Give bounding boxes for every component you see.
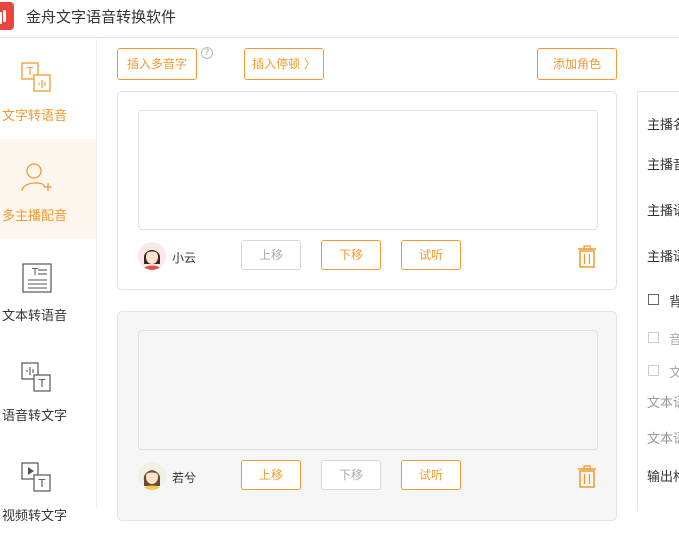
speaker-avatar-icon: [138, 462, 166, 490]
preview-button[interactable]: 试听: [401, 460, 461, 490]
dialog-text-input[interactable]: [138, 330, 598, 450]
speech-to-text-icon: T: [21, 362, 51, 392]
app-logo-icon: [0, 2, 14, 30]
avatar: [138, 462, 166, 490]
sidebar: T 文字转语音 多主播配音 T 文本转语音 T 语音转文字 T 视频转文字: [0, 39, 97, 524]
anchor-speed-label: 主播语: [647, 204, 679, 219]
speaker-name: 若兮: [172, 471, 197, 485]
text-to-speech-icon: T: [21, 62, 51, 92]
move-up-button[interactable]: 上移: [241, 240, 301, 270]
output-format-label: 输出格: [647, 470, 679, 485]
move-down-button[interactable]: 下移: [321, 460, 381, 490]
speaker-name: 小云: [172, 251, 197, 265]
anchor-name-label: 主播名: [647, 118, 679, 133]
dialog-card: 若兮 上移 下移 试听: [117, 311, 617, 521]
insert-polyphone-button[interactable]: 插入多音字: [117, 48, 197, 80]
trash-icon[interactable]: [576, 245, 598, 269]
move-down-button[interactable]: 下移: [321, 240, 381, 270]
svg-text:T: T: [26, 65, 34, 78]
help-icon[interactable]: ?: [201, 47, 213, 59]
move-up-button[interactable]: 上移: [241, 460, 301, 490]
anchor-tone-label: 主播语: [647, 250, 679, 265]
sidebar-item-text-to-speech[interactable]: T 文字转语音: [0, 39, 96, 139]
sidebar-item-label: 文本转语音: [2, 309, 68, 324]
sidebar-item-multi-anchor[interactable]: 多主播配音: [0, 139, 96, 239]
dialog-card: 小云 上移 下移 试听: [117, 91, 617, 290]
text-setting-label: 文本语: [647, 432, 679, 447]
speaker-avatar-icon: [138, 242, 166, 270]
background-checkbox[interactable]: [648, 294, 659, 305]
sidebar-item-label: 语音转文字: [2, 409, 68, 424]
svg-text:T: T: [38, 377, 46, 390]
document-icon: T: [22, 263, 52, 293]
svg-text:T: T: [31, 267, 39, 278]
video-to-text-icon: T: [21, 462, 51, 492]
audio-checkbox[interactable]: [648, 332, 659, 343]
sidebar-item-doc-to-speech[interactable]: T 文本转语音: [0, 239, 96, 339]
anchor-voice-label: 主播音: [647, 158, 679, 173]
trash-icon[interactable]: [576, 465, 598, 489]
preview-button[interactable]: 试听: [401, 240, 461, 270]
text-checkbox-label: 文: [669, 366, 679, 381]
multi-anchor-icon: [21, 163, 52, 192]
svg-text:T: T: [38, 477, 46, 490]
text-checkbox[interactable]: [648, 365, 659, 376]
text-setting-label: 文本语: [647, 396, 679, 411]
dialog-text-input[interactable]: [138, 110, 598, 230]
title-bar: 金舟文字语音转换软件: [0, 0, 679, 38]
sidebar-item-label: 视频转文字: [2, 509, 68, 524]
sidebar-item-label: 多主播配音: [2, 209, 68, 224]
background-checkbox-label: 背: [669, 295, 679, 310]
insert-pause-button[interactable]: 插入停顿 〉: [244, 48, 324, 80]
sidebar-item-label: 文字转语音: [2, 109, 68, 124]
avatar: [138, 242, 166, 270]
add-role-button[interactable]: 添加角色: [537, 48, 617, 80]
settings-panel: 主播名 主播音 主播语 主播语 背 音 文 文本语 文本语 输出格: [637, 91, 679, 511]
app-title: 金舟文字语音转换软件: [26, 8, 177, 26]
sidebar-item-speech-to-text[interactable]: T 语音转文字: [0, 339, 96, 439]
sidebar-item-video-to-text[interactable]: T 视频转文字: [0, 439, 96, 539]
audio-checkbox-label: 音: [669, 333, 679, 348]
